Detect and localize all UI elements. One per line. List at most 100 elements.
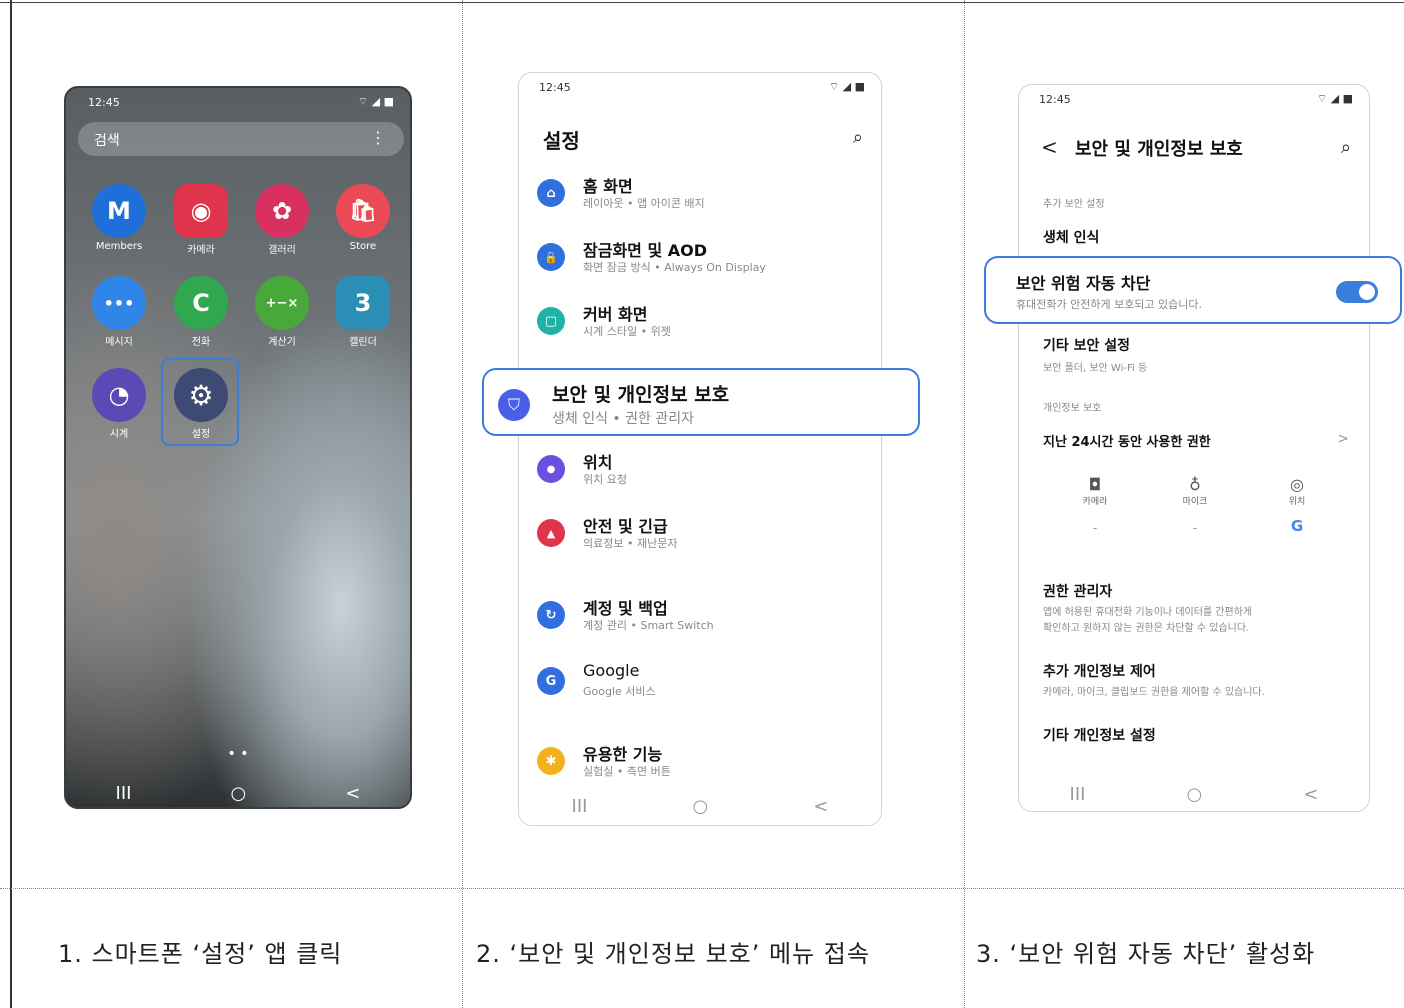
advanced-features-icon: ✱: [537, 747, 565, 775]
back-button[interactable]: <: [345, 783, 360, 804]
home-search-bar[interactable]: 검색 ⋮: [78, 122, 404, 156]
settings-item-safety[interactable]: ▲ 안전 및 긴급 의료정보 • 재난문자: [519, 507, 881, 559]
microphone-icon: ♁: [1189, 475, 1201, 494]
recent-apps-button[interactable]: III: [572, 796, 588, 817]
home-button[interactable]: ○: [693, 796, 709, 817]
nav-bar: III ○ <: [1019, 779, 1369, 809]
auto-blocker-toggle[interactable]: [1336, 281, 1378, 303]
home-button[interactable]: ○: [231, 783, 247, 804]
permission-manager-desc-2: 확인하고 원하지 않는 권한은 차단할 수 있습니다.: [1043, 623, 1250, 634]
auto-blocker-title: 보안 위험 자동 차단: [1016, 274, 1151, 293]
item-title: Google: [583, 661, 640, 680]
location-icon: ◎: [1290, 475, 1304, 494]
lock-icon: 🔒: [537, 243, 565, 271]
google-icon: G: [1290, 517, 1304, 535]
search-label: 검색: [94, 133, 120, 149]
column-divider-2: [964, 0, 965, 1008]
app-store[interactable]: 🛍 Store: [328, 184, 398, 252]
other-privacy-row[interactable]: 기타 개인정보 설정: [1043, 725, 1156, 745]
item-title: 안전 및 긴급: [583, 517, 668, 536]
settings-item-lockscreen[interactable]: 🔒 잠금화면 및 AOD 화면 잠금 방식 • Always On Displa…: [519, 231, 881, 283]
perm-label: 위치: [1288, 497, 1306, 507]
item-subtitle: 레이아웃 • 앱 아이콘 배지: [583, 197, 705, 210]
search-icon[interactable]: ⌕: [1341, 137, 1351, 158]
settings-item-cover-screen[interactable]: ▢ 커버 화면 시계 스타일 • 위젯: [519, 295, 881, 347]
page-title: 보안 및 개인정보 보호: [1075, 139, 1243, 160]
perm-camera: ◘ 카메라 -: [1065, 475, 1125, 535]
highlight-auto-blocker[interactable]: 보안 위험 자동 차단 휴대전화가 안전하게 보호되고 있습니다.: [984, 256, 1402, 324]
more-options-icon[interactable]: ⋮: [370, 128, 386, 147]
status-time: 12:45: [88, 96, 120, 109]
app-phone[interactable]: C 전화: [166, 276, 236, 348]
back-button[interactable]: <: [813, 796, 828, 817]
phone-settings-screen: 12:45 ⌔ ◢ ■ 설정 ⌕ ⌂ 홈 화면 레이아웃 • 앱 아이콘 배지 …: [518, 72, 882, 826]
highlight-security-privacy-item[interactable]: ⛉ 보안 및 개인정보 보호 생체 인식 • 권한 관리자: [482, 368, 920, 436]
settings-item-advanced[interactable]: ✱ 유용한 기능 실험실 • 측면 버튼: [519, 735, 881, 787]
app-messages[interactable]: ••• 메시지: [84, 276, 154, 348]
extra-privacy-title[interactable]: 추가 개인정보 제어: [1043, 661, 1156, 681]
extra-privacy-desc: 카메라, 마이크, 클립보드 권한을 제어할 수 있습니다.: [1043, 687, 1265, 698]
app-clock[interactable]: ◔ 시계: [84, 368, 154, 440]
app-label: 계산기: [268, 337, 296, 348]
back-arrow-icon[interactable]: <: [1041, 135, 1058, 159]
last-24h-permissions[interactable]: 지난 24시간 동안 사용한 권한: [1043, 431, 1211, 450]
search-icon[interactable]: ⌕: [853, 127, 863, 148]
column-divider-1: [462, 0, 463, 1008]
page-title: 설정: [543, 129, 580, 153]
settings-item-home[interactable]: ⌂ 홈 화면 레이아웃 • 앱 아이콘 배지: [519, 167, 881, 219]
other-security-title[interactable]: 기타 보안 설정: [1043, 335, 1130, 355]
app-label: 갤러리: [268, 245, 296, 256]
instruction-table: 12:45 ⌔ ◢ ■ 검색 ⋮ M Members ◉ 카메라 ✿ 갤러리 🛍…: [0, 0, 1404, 1008]
item-title: 홈 화면: [583, 177, 633, 196]
app-label: Store: [349, 241, 377, 252]
app-calculator[interactable]: +−× 계산기: [247, 276, 317, 348]
settings-item-location[interactable]: ● 위치 위치 요청: [519, 443, 881, 495]
emergency-icon: ▲: [537, 519, 565, 547]
app-label: 시계: [109, 429, 129, 440]
other-security-subtitle: 보안 폴더, 보안 Wi-Fi 등: [1043, 363, 1148, 374]
settings-item-accounts[interactable]: ↻ 계정 및 백업 계정 관리 • Smart Switch: [519, 589, 881, 641]
item-title: 유용한 기능: [583, 745, 663, 764]
nav-bar: III ○ <: [519, 791, 881, 821]
permission-manager-desc-1: 앱에 허용된 휴대전화 기능이나 데이터를 간편하게: [1043, 607, 1253, 618]
settings-highlight-box: [161, 358, 239, 446]
status-icons: ⌔ ◢ ■: [1316, 92, 1353, 105]
perm-value: -: [1192, 521, 1198, 535]
app-label: 전화: [191, 337, 211, 348]
auto-blocker-subtitle: 휴대전화가 안전하게 보호되고 있습니다.: [1016, 298, 1203, 311]
app-gallery[interactable]: ✿ 갤러리: [247, 184, 317, 256]
perm-label: 카메라: [1082, 497, 1108, 507]
home-button[interactable]: ○: [1187, 784, 1203, 805]
item-subtitle: 시계 스타일 • 위젯: [583, 325, 671, 338]
perm-microphone: ♁ 마이크 -: [1165, 475, 1225, 535]
members-icon: M: [92, 184, 146, 238]
status-icons: ⌔ ◢ ■: [828, 80, 865, 93]
item-title: 위치: [583, 453, 613, 472]
app-camera[interactable]: ◉ 카메라: [166, 184, 236, 256]
google-icon: G: [537, 667, 565, 695]
phone-call-icon: C: [174, 276, 228, 330]
camera-icon: ◉: [174, 184, 228, 238]
item-subtitle: 계정 관리 • Smart Switch: [583, 619, 714, 632]
app-calendar[interactable]: 3 캘린더: [328, 276, 398, 348]
permission-manager-title[interactable]: 권한 관리자: [1043, 581, 1112, 601]
item-subtitle: 의료정보 • 재난문자: [583, 537, 678, 550]
nav-bar: III ○ <: [66, 778, 410, 807]
gallery-icon: ✿: [255, 184, 309, 238]
recent-apps-button[interactable]: III: [116, 783, 132, 804]
chevron-right-icon[interactable]: >: [1337, 431, 1349, 447]
step-1-caption: 1. 스마트폰 ‘설정’ 앱 클릭: [58, 940, 343, 968]
app-members[interactable]: M Members: [84, 184, 154, 252]
item-subtitle: 실험실 • 측면 버튼: [583, 765, 671, 778]
camera-icon: ◘: [1088, 475, 1102, 494]
row-divider: [0, 888, 1404, 889]
phone-home-screen: 12:45 ⌔ ◢ ■ 검색 ⋮ M Members ◉ 카메라 ✿ 갤러리 🛍…: [64, 86, 412, 809]
settings-item-google[interactable]: G Google Google 서비스: [519, 655, 881, 707]
calendar-icon: 3: [336, 276, 390, 330]
biometrics-row[interactable]: 생체 인식: [1043, 227, 1099, 247]
recent-apps-button[interactable]: III: [1070, 784, 1086, 805]
step-3-caption: 3. ‘보안 위험 자동 차단’ 활성화: [976, 940, 1316, 968]
calculator-icon: +−×: [255, 276, 309, 330]
back-button[interactable]: <: [1303, 784, 1318, 805]
backup-sync-icon: ↻: [537, 601, 565, 629]
